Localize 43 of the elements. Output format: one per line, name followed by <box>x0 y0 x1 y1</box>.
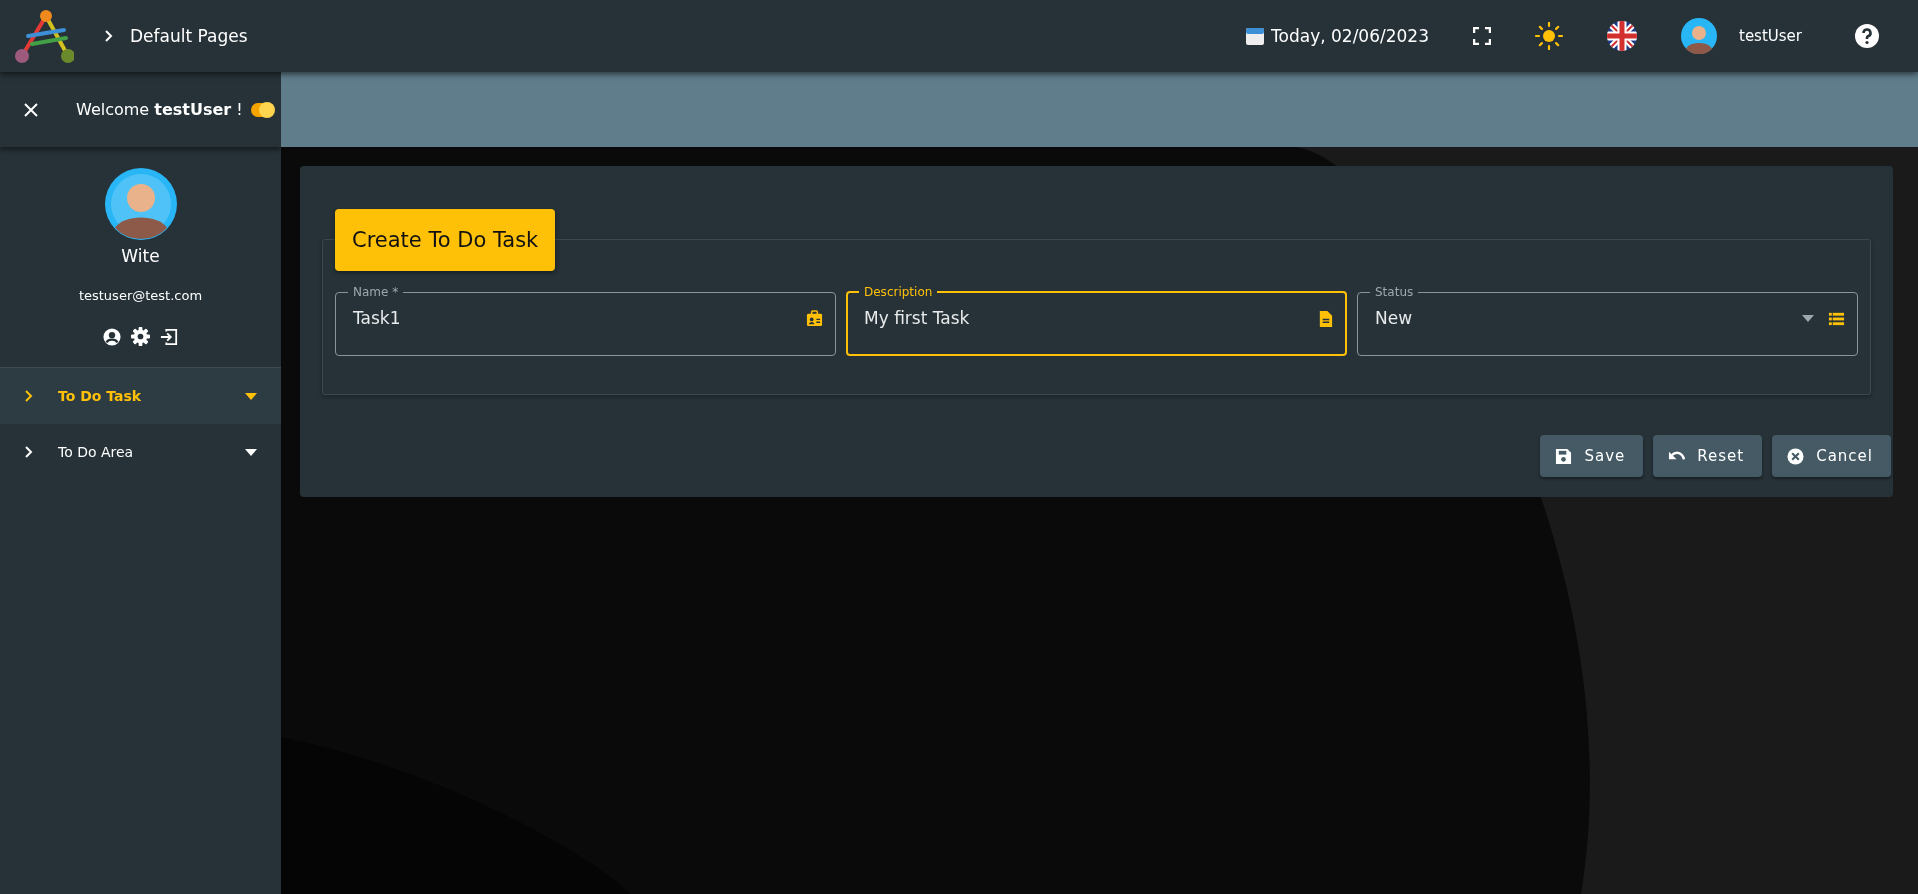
input-field[interactable]: Name * Task1 <box>335 285 836 356</box>
reset-button[interactable]: Reset <box>1653 435 1763 477</box>
profile-name: Wite <box>121 246 160 266</box>
theme-toggle[interactable] <box>251 102 273 117</box>
form-title: Create To Do Task <box>335 209 556 271</box>
id-card-icon <box>806 309 823 327</box>
welcome-text: Welcome testUser ! <box>76 100 244 119</box>
sun-icon[interactable] <box>1535 22 1563 50</box>
logout-icon[interactable] <box>160 327 178 346</box>
flag-icon[interactable] <box>1607 21 1637 51</box>
caret-down-icon <box>245 448 257 456</box>
input-field[interactable]: Description My first Task <box>846 285 1347 356</box>
avatar-icon <box>104 168 177 240</box>
avatar-icon[interactable] <box>1681 18 1717 54</box>
date-label: Today, 02/06/2023 <box>1271 26 1429 46</box>
profile-email: testuser@test.com <box>78 288 203 303</box>
chevron-right-icon <box>25 446 33 458</box>
field-value: Task1 <box>353 308 401 328</box>
field-value: New <box>1375 308 1413 328</box>
menu-item[interactable]: To Do Task <box>0 368 281 424</box>
caret-down-icon <box>245 392 257 400</box>
caret-down-icon[interactable] <box>1802 314 1814 322</box>
calendar-icon <box>1245 26 1266 46</box>
breadcrumb-item[interactable]: Default Pages <box>130 26 248 46</box>
field-label: Name * <box>352 285 400 299</box>
status-dropdown[interactable]: Status New <box>1357 285 1858 356</box>
fullscreen-icon[interactable] <box>1473 27 1491 45</box>
save-button[interactable]: Save <box>1540 435 1644 477</box>
field-value: My first Task <box>864 308 970 328</box>
username-label[interactable]: testUser <box>1739 27 1802 45</box>
field-label: Status <box>1374 285 1415 299</box>
account-icon[interactable] <box>103 327 121 346</box>
settings-icon[interactable] <box>131 327 150 346</box>
cancel-icon <box>1787 447 1805 465</box>
cancel-button[interactable]: Cancel <box>1772 435 1891 477</box>
chevron-right-icon <box>104 30 114 42</box>
field-label: Description <box>863 285 934 299</box>
close-icon[interactable] <box>24 102 38 117</box>
document-icon <box>1317 309 1334 327</box>
chevron-right-icon <box>25 390 33 402</box>
save-icon <box>1555 447 1573 465</box>
menu-item[interactable]: To Do Area <box>0 424 281 480</box>
help-icon[interactable] <box>1854 23 1880 49</box>
